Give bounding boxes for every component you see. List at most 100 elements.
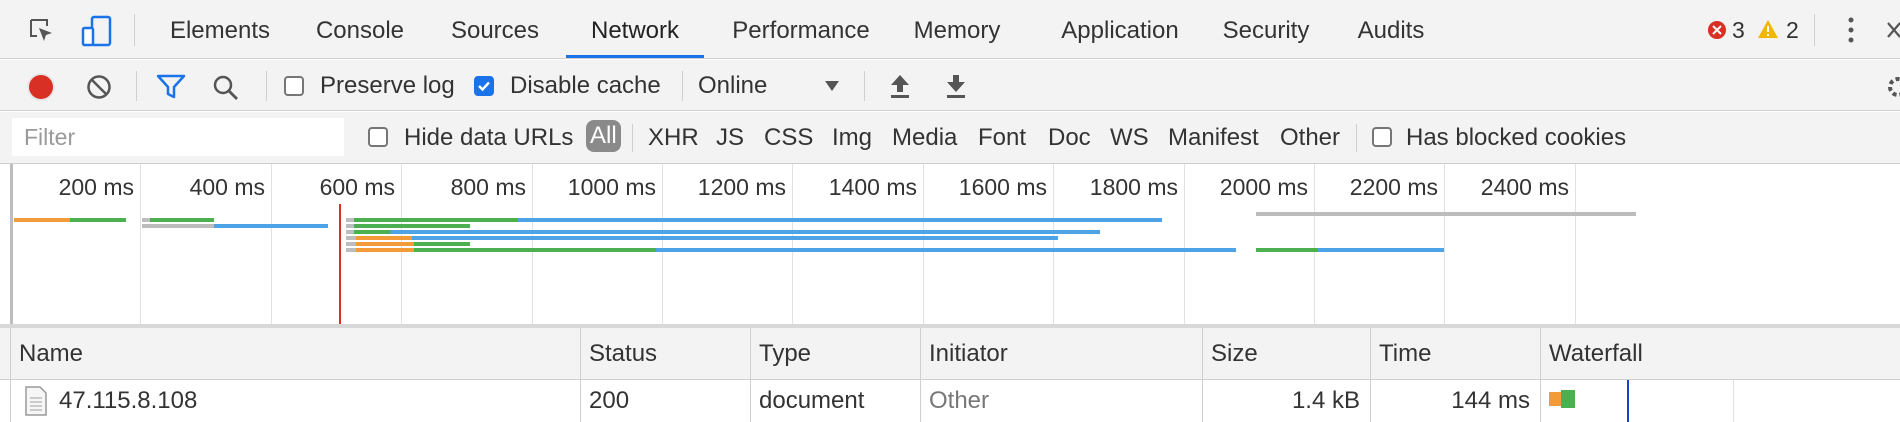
filter-type-media[interactable]: Media	[892, 124, 957, 152]
overview-bar-receiving	[414, 242, 470, 246]
filter-type-other[interactable]: Other	[1280, 124, 1340, 152]
overview-tick-label: 1800 ms	[1089, 174, 1178, 200]
error-count[interactable]: 3	[1732, 17, 1745, 44]
filter-icon[interactable]	[156, 74, 186, 100]
overview-bar-waiting	[356, 242, 414, 246]
waterfall-load-line	[1627, 380, 1629, 422]
overview-tick-label: 2000 ms	[1219, 174, 1308, 200]
overview-gridline	[1444, 164, 1445, 324]
overview-gridline	[1314, 164, 1315, 324]
toolbar-divider	[632, 124, 633, 152]
export-har-icon[interactable]	[944, 72, 968, 100]
search-icon[interactable]	[212, 74, 240, 102]
overview-bar-queued	[142, 224, 214, 228]
column-header-initiator[interactable]: Initiator	[920, 328, 1202, 380]
table-row[interactable]: 47.115.8.108 200 document Other 1.4 kB 1…	[0, 380, 1900, 422]
more-options-icon[interactable]	[1846, 16, 1856, 44]
column-header-time[interactable]: Time	[1370, 328, 1540, 380]
disable-cache-checkbox[interactable]	[474, 76, 494, 96]
request-table-header: Name Status Type Initiator Size Time Wat…	[0, 328, 1900, 380]
hide-data-urls-label[interactable]: Hide data URLs	[404, 124, 573, 152]
request-name[interactable]: 47.115.8.108	[59, 380, 197, 422]
toolbar-divider	[682, 71, 683, 101]
overview-gridline	[1053, 164, 1054, 324]
network-settings-icon[interactable]	[1886, 76, 1900, 98]
warning-count[interactable]: 2	[1786, 17, 1799, 44]
overview-bar-queued	[346, 218, 354, 222]
clear-icon[interactable]	[86, 74, 112, 100]
filter-type-manifest[interactable]: Manifest	[1168, 124, 1259, 152]
tab-memory[interactable]: Memory	[898, 0, 1016, 58]
filter-type-xhr[interactable]: XHR	[648, 124, 699, 152]
toolbar-divider	[864, 71, 865, 101]
overview-bar-download	[1318, 248, 1444, 252]
toolbar-divider	[1356, 124, 1357, 152]
filter-type-ws[interactable]: WS	[1110, 124, 1149, 152]
tab-sources[interactable]: Sources	[430, 0, 560, 58]
close-icon[interactable]	[1886, 20, 1900, 40]
filter-input[interactable]	[12, 118, 344, 156]
overview-bar-queued	[1256, 212, 1636, 216]
column-header-type[interactable]: Type	[750, 328, 920, 380]
overview-gridline	[140, 164, 141, 324]
tab-performance[interactable]: Performance	[712, 0, 890, 58]
overview-gridline	[532, 164, 533, 324]
has-blocked-cookies-checkbox[interactable]	[1372, 127, 1392, 147]
device-toolbar-icon[interactable]	[80, 14, 114, 48]
overview-bar-receiving	[354, 230, 390, 234]
request-waterfall-cell[interactable]	[1540, 380, 1900, 422]
hide-data-urls-checkbox[interactable]	[368, 127, 388, 147]
overview-gridline	[662, 164, 663, 324]
chevron-down-icon[interactable]	[824, 80, 840, 92]
devtools-tab-bar: Elements Console Sources Network Perform…	[0, 0, 1900, 59]
overview-tick-label: 1000 ms	[567, 174, 656, 200]
request-name-cell[interactable]: 47.115.8.108	[10, 380, 580, 422]
tab-elements[interactable]: Elements	[148, 0, 292, 58]
tab-audits[interactable]: Audits	[1340, 0, 1442, 58]
tab-security[interactable]: Security	[1206, 0, 1326, 58]
overview-tick-label: 1600 ms	[958, 174, 1047, 200]
tab-network[interactable]: Network	[566, 0, 704, 58]
filter-type-doc[interactable]: Doc	[1048, 124, 1091, 152]
tab-console[interactable]: Console	[296, 0, 424, 58]
filter-bar: Hide data URLs All XHR JS CSS Img Media …	[0, 112, 1900, 164]
toolbar-divider	[1814, 14, 1815, 46]
tab-application[interactable]: Application	[1038, 0, 1202, 58]
disable-cache-label[interactable]: Disable cache	[510, 72, 661, 100]
overview-gridline	[1184, 164, 1185, 324]
preserve-log-label[interactable]: Preserve log	[320, 72, 455, 100]
column-header-waterfall[interactable]: Waterfall	[1540, 328, 1900, 380]
request-status-cell: 200	[580, 380, 750, 422]
toolbar-divider	[134, 14, 135, 46]
throttling-select[interactable]: Online	[698, 72, 767, 100]
overview-gridline	[923, 164, 924, 324]
request-initiator-cell: Other	[920, 380, 1202, 422]
record-icon[interactable]	[26, 72, 56, 102]
error-icon[interactable]	[1707, 20, 1727, 40]
warning-icon[interactable]	[1757, 18, 1779, 40]
filter-type-css[interactable]: CSS	[764, 124, 813, 152]
overview-bar-download	[518, 218, 1162, 222]
network-overview[interactable]: 200 ms 400 ms 600 ms 800 ms 1000 ms 1200 ms 14…	[0, 164, 1900, 328]
overview-bar-download	[390, 230, 1100, 234]
load-event-marker	[339, 204, 341, 324]
filter-type-font[interactable]: Font	[978, 124, 1026, 152]
column-header-size[interactable]: Size	[1202, 328, 1370, 380]
column-header-name[interactable]: Name	[10, 328, 580, 380]
overview-bar-receiving	[414, 248, 656, 252]
filter-type-js[interactable]: JS	[716, 124, 744, 152]
inspect-element-icon[interactable]	[28, 17, 56, 45]
overview-tick-label: 1400 ms	[828, 174, 917, 200]
column-header-status[interactable]: Status	[580, 328, 750, 380]
overview-tick-label: 400 ms	[189, 174, 265, 200]
has-blocked-cookies-label[interactable]: Has blocked cookies	[1406, 124, 1626, 152]
overview-gridline	[792, 164, 793, 324]
overview-bar-download	[214, 224, 328, 228]
overview-gridline	[1575, 164, 1576, 324]
overview-bar-queued	[346, 230, 354, 234]
filter-type-img[interactable]: Img	[832, 124, 872, 152]
filter-type-all[interactable]: All	[586, 120, 621, 152]
preserve-log-checkbox[interactable]	[284, 76, 304, 96]
import-har-icon[interactable]	[888, 72, 912, 100]
document-icon	[25, 386, 47, 416]
